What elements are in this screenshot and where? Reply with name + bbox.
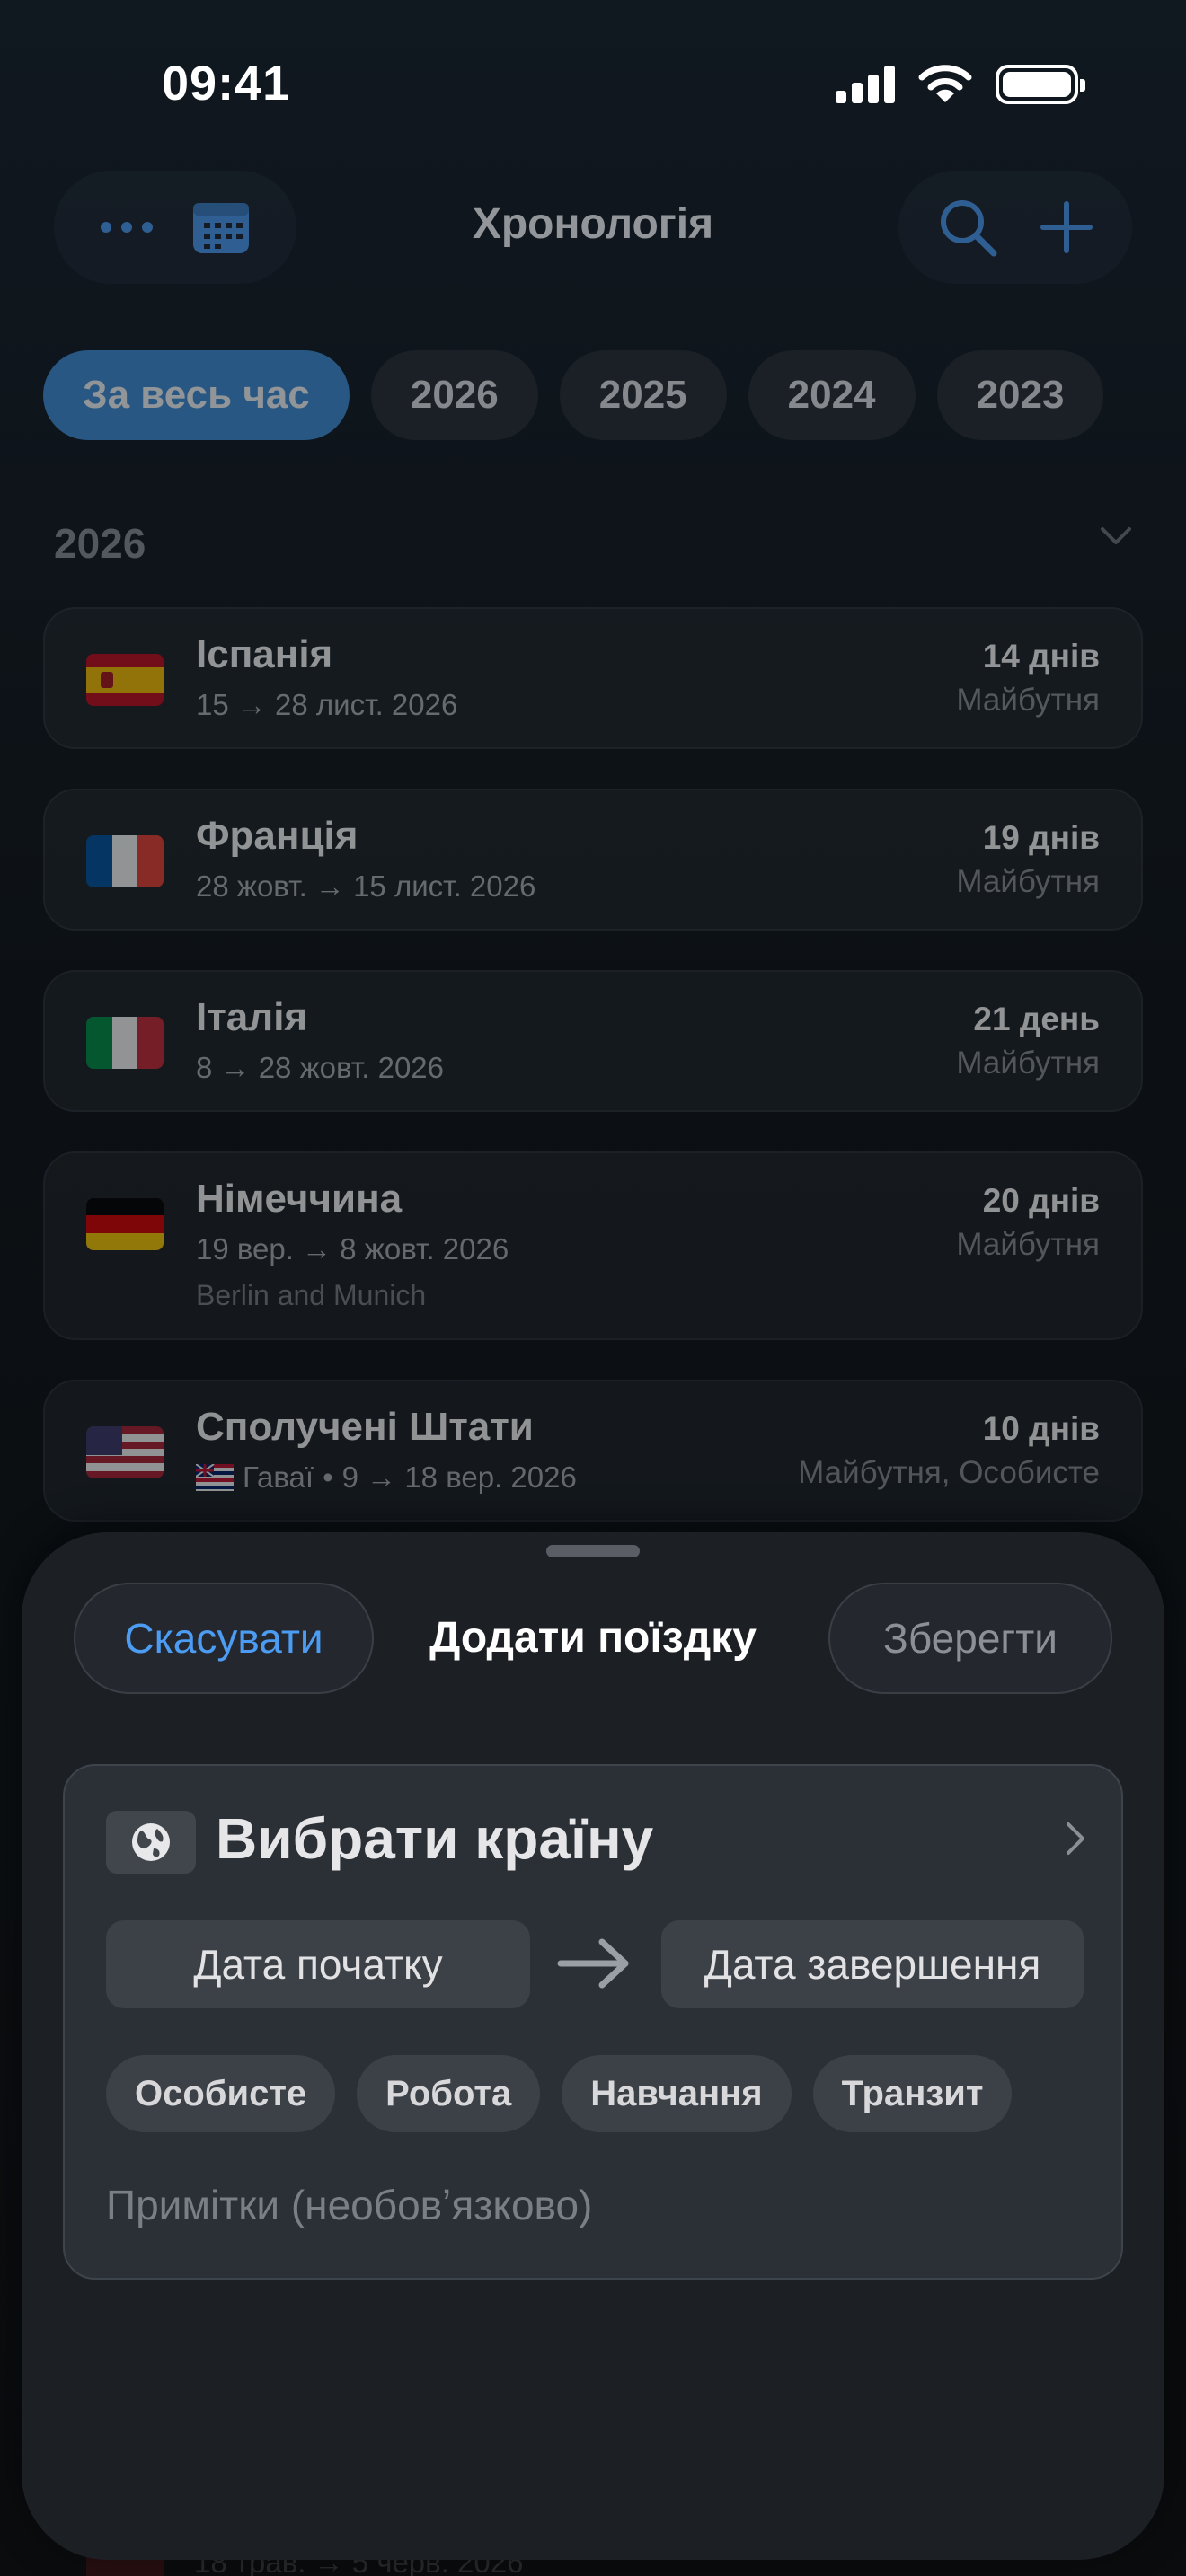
trip-dates: 28 жовт. → 15 лист. 2026: [196, 869, 536, 903]
tag-study[interactable]: Навчання: [562, 2055, 792, 2132]
trip-status: Майбутня, Особисте: [798, 1455, 1100, 1490]
arrow-right-icon: [557, 1938, 629, 1989]
trip-title: Сполучені Штати: [196, 1405, 534, 1449]
status-icons: [836, 65, 1085, 104]
trip-duration: 14 днів: [982, 638, 1100, 675]
status-time: 09:41: [162, 57, 291, 110]
end-date-button[interactable]: Дата завершення: [661, 1920, 1084, 2008]
trip-dates: Гаваї • 9 → 18 вер. 2026: [196, 1460, 577, 1495]
notes-input[interactable]: Примітки (необовʼязково): [106, 2181, 592, 2229]
trip-title: Іспанія: [196, 632, 333, 676]
italy-flag-icon: [86, 1017, 164, 1069]
trip-dates: 8 → 28 жовт. 2026: [196, 1051, 445, 1084]
globe-icon: [132, 1823, 170, 1861]
tag-personal[interactable]: Особисте: [106, 2055, 336, 2132]
france-flag-icon: [86, 835, 164, 887]
trip-title: Італія: [196, 995, 308, 1039]
trip-title: Німеччина: [196, 1177, 403, 1221]
trip-duration: 10 днів: [982, 1410, 1100, 1447]
year-filter-chips: За весь час 2026 2025 2024 2023: [43, 350, 1104, 440]
trip-duration: 21 день: [973, 1001, 1100, 1037]
filter-chip-2024[interactable]: 2024: [748, 350, 916, 440]
trip-duration: 19 днів: [982, 819, 1100, 856]
filter-chip-2026[interactable]: 2026: [370, 350, 538, 440]
trip-dates: 15 → 28 лист. 2026: [196, 688, 458, 721]
filter-chip-all-time[interactable]: За весь час: [43, 350, 350, 440]
trip-status: Майбутня: [956, 864, 1100, 899]
trip-row[interactable]: Німеччина 19 вер. → 8 жовт. 2026 Berlin …: [43, 1151, 1143, 1340]
save-button[interactable]: Зберегти: [828, 1583, 1112, 1694]
screen: 09:41 Хронологія За весь час 2026 2025 2…: [0, 0, 1186, 2576]
nav-right-group: [898, 171, 1132, 284]
wifi-icon: [918, 65, 972, 102]
trip-status: Майбутня: [956, 1227, 1100, 1262]
trip-row[interactable]: Італія 8 → 28 жовт. 2026 21 день Майбутн…: [43, 970, 1143, 1112]
trip-status: Майбутня: [956, 683, 1100, 718]
tag-transit[interactable]: Транзит: [812, 2055, 1013, 2132]
trip-status: Майбутня: [956, 1045, 1100, 1081]
germany-flag-icon: [86, 1198, 164, 1250]
trip-title: Франція: [196, 814, 358, 858]
trip-dates: 19 вер. → 8 жовт. 2026: [196, 1232, 509, 1266]
trip-row[interactable]: Іспанія 15 → 28 лист. 2026 14 днів Майбу…: [43, 607, 1143, 749]
add-trip-sheet: Скасувати Додати поїздку Зберегти Вибрат…: [22, 1532, 1164, 2560]
usa-flag-icon: [86, 1426, 164, 1478]
trip-duration: 20 днів: [982, 1182, 1100, 1219]
add-icon[interactable]: [1040, 200, 1093, 254]
filter-chip-2023[interactable]: 2023: [936, 350, 1104, 440]
trip-tags: Особисте Робота Навчання Транзит: [106, 2055, 1013, 2132]
search-icon[interactable]: [938, 198, 997, 257]
select-country-button[interactable]: Вибрати країну: [216, 1805, 653, 1872]
sheet-grabber[interactable]: [546, 1545, 640, 1557]
filter-chip-2025[interactable]: 2025: [559, 350, 727, 440]
battery-icon: [996, 65, 1085, 104]
spain-flag-icon: [86, 654, 164, 706]
trip-note: Berlin and Munich: [196, 1279, 427, 1311]
chevron-down-icon[interactable]: [1100, 526, 1132, 546]
cellular-signal-icon: [836, 66, 895, 103]
section-year-header: 2026: [54, 520, 146, 567]
tag-work[interactable]: Робота: [357, 2055, 541, 2132]
hawaii-flag-icon: [196, 1464, 234, 1491]
trip-row[interactable]: Сполучені Штати Гаваї • 9 → 18 вер. 2026…: [43, 1380, 1143, 1522]
trip-form: Вибрати країну Дата початку Дата заверше…: [63, 1764, 1123, 2280]
globe-icon-container: [106, 1811, 196, 1874]
trip-row[interactable]: Франція 28 жовт. → 15 лист. 2026 19 днів…: [43, 789, 1143, 931]
start-date-button[interactable]: Дата початку: [106, 1920, 530, 2008]
chevron-right-icon[interactable]: [1066, 1822, 1085, 1856]
